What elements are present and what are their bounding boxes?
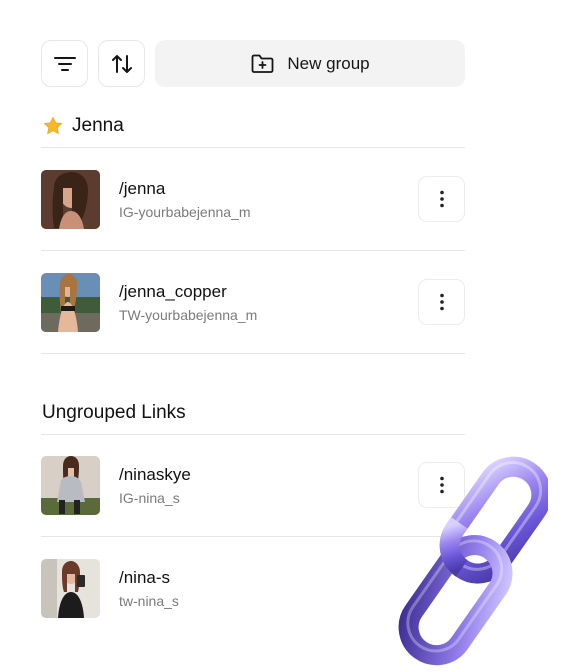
- link-row-jenna-copper[interactable]: /jenna_copper TW-yourbabejenna_m: [41, 273, 465, 333]
- more-vertical-icon: [439, 190, 444, 208]
- filter-lines-icon: [53, 56, 76, 71]
- more-options-button[interactable]: [418, 176, 465, 222]
- folder-plus-icon: [251, 54, 274, 73]
- group-header-jenna[interactable]: Jenna: [42, 115, 124, 137]
- section-title: Ungrouped Links: [42, 402, 186, 423]
- links-page: New group Jenna /jenna IG-yourbabejenna_…: [0, 0, 567, 672]
- avatar: [41, 273, 100, 332]
- divider: [41, 250, 465, 251]
- sort-arrows-icon: [111, 54, 132, 73]
- link-row-jenna[interactable]: /jenna IG-yourbabejenna_m: [41, 170, 465, 230]
- toolbar: New group: [41, 40, 465, 87]
- link-subtitle: tw-nina_s: [119, 593, 179, 609]
- divider: [41, 353, 465, 354]
- link-name: /nina-s: [119, 568, 171, 587]
- link-subtitle: IG-nina_s: [119, 490, 180, 506]
- sort-button[interactable]: [98, 40, 145, 87]
- new-group-button[interactable]: New group: [155, 40, 465, 87]
- divider: [41, 147, 465, 148]
- ungrouped-header: Ungrouped Links: [42, 402, 186, 424]
- chain-link-icon: [398, 456, 548, 666]
- link-subtitle: TW-yourbabejenna_m: [119, 307, 258, 323]
- link-subtitle: IG-yourbabejenna_m: [119, 204, 251, 220]
- link-name: /ninaskye: [119, 465, 191, 484]
- link-name: /jenna: [119, 179, 166, 198]
- more-vertical-icon: [439, 293, 444, 311]
- avatar: [41, 559, 100, 618]
- star-icon: [43, 116, 63, 134]
- avatar: [41, 170, 100, 229]
- avatar: [41, 456, 100, 515]
- divider: [41, 434, 465, 435]
- group-title: Jenna: [72, 115, 124, 136]
- more-options-button[interactable]: [418, 279, 465, 325]
- filter-button[interactable]: [41, 40, 88, 87]
- new-group-label: New group: [287, 53, 370, 73]
- link-name: /jenna_copper: [119, 282, 227, 301]
